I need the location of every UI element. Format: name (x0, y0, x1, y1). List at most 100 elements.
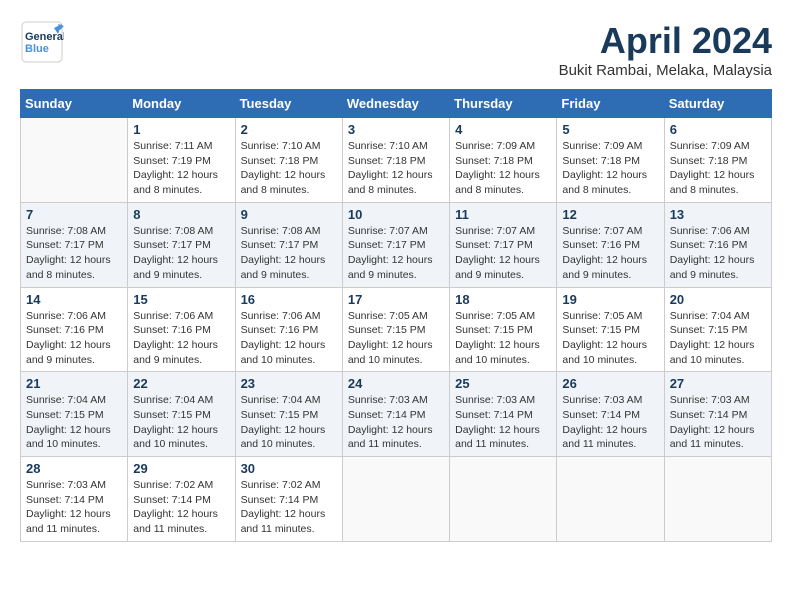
day-number: 15 (133, 292, 229, 307)
day-number: 12 (562, 207, 658, 222)
calendar-cell: 15 Sunrise: 7:06 AM Sunset: 7:16 PM Dayli… (128, 287, 235, 372)
day-number: 17 (348, 292, 444, 307)
day-number: 24 (348, 376, 444, 391)
calendar-cell: 7Sunrise: 7:08 AM Sunset: 7:17 PM Daylig… (21, 202, 128, 287)
day-info: Sunrise: 7:09 AM Sunset: 7:18 PM Dayligh… (670, 139, 766, 198)
day-info: Sunrise: 7:10 AM Sunset: 7:18 PM Dayligh… (241, 139, 337, 198)
page-header: General Blue April 2024 Bukit Rambai, Me… (20, 20, 772, 79)
calendar-week-row: 21 Sunrise: 7:04 AM Sunset: 7:15 PM Dayli… (21, 372, 772, 457)
day-info: Sunrise: 7:03 AM Sunset: 7:14 PM Dayligh… (455, 393, 551, 452)
day-info: Sunrise: 7:04 AM Sunset: 7:15 PM Dayligh… (670, 309, 766, 368)
calendar-cell: 21 Sunrise: 7:04 AM Sunset: 7:15 PM Dayli… (21, 372, 128, 457)
day-info: Sunrise: 7:04 AM Sunset: 7:15 PM Dayligh… (241, 393, 337, 452)
day-number: 21 (26, 376, 122, 391)
calendar-cell (21, 118, 128, 203)
day-of-week-header: Wednesday (342, 90, 449, 118)
calendar-cell: 10Sunrise: 7:07 AM Sunset: 7:17 PM Dayli… (342, 202, 449, 287)
day-number: 14 (26, 292, 122, 307)
calendar-cell (557, 457, 664, 542)
day-number: 23 (241, 376, 337, 391)
calendar-cell: 23 Sunrise: 7:04 AM Sunset: 7:15 PM Dayli… (235, 372, 342, 457)
day-number: 1 (133, 122, 229, 137)
day-info: Sunrise: 7:03 AM Sunset: 7:14 PM Dayligh… (670, 393, 766, 452)
calendar-cell: 2 Sunrise: 7:10 AM Sunset: 7:18 PM Daylig… (235, 118, 342, 203)
day-number: 16 (241, 292, 337, 307)
day-info: Sunrise: 7:06 AM Sunset: 7:16 PM Dayligh… (670, 224, 766, 283)
calendar-cell: 27 Sunrise: 7:03 AM Sunset: 7:14 PM Dayli… (664, 372, 771, 457)
day-info: Sunrise: 7:08 AM Sunset: 7:17 PM Dayligh… (133, 224, 229, 283)
day-of-week-header: Saturday (664, 90, 771, 118)
calendar-cell: 3 Sunrise: 7:10 AM Sunset: 7:18 PM Daylig… (342, 118, 449, 203)
day-of-week-header: Friday (557, 90, 664, 118)
calendar-cell: 14Sunrise: 7:06 AM Sunset: 7:16 PM Dayli… (21, 287, 128, 372)
day-info: Sunrise: 7:04 AM Sunset: 7:15 PM Dayligh… (26, 393, 122, 452)
day-info: Sunrise: 7:02 AM Sunset: 7:14 PM Dayligh… (241, 478, 337, 537)
day-number: 30 (241, 461, 337, 476)
calendar-cell: 24 Sunrise: 7:03 AM Sunset: 7:14 PM Dayli… (342, 372, 449, 457)
title-block: April 2024 Bukit Rambai, Melaka, Malaysi… (559, 20, 772, 79)
calendar-cell (664, 457, 771, 542)
day-number: 9 (241, 207, 337, 222)
day-of-week-header: Sunday (21, 90, 128, 118)
day-number: 20 (670, 292, 766, 307)
day-info: Sunrise: 7:07 AM Sunset: 7:17 PM Dayligh… (455, 224, 551, 283)
day-number: 13 (670, 207, 766, 222)
calendar-cell: 1 Sunrise: 7:11 AM Sunset: 7:19 PM Daylig… (128, 118, 235, 203)
calendar-cell (450, 457, 557, 542)
day-number: 10 (348, 207, 444, 222)
day-number: 4 (455, 122, 551, 137)
calendar-cell: 9 Sunrise: 7:08 AM Sunset: 7:17 PM Daylig… (235, 202, 342, 287)
day-number: 11 (455, 207, 551, 222)
day-number: 3 (348, 122, 444, 137)
calendar-cell: 11 Sunrise: 7:07 AM Sunset: 7:17 PM Dayli… (450, 202, 557, 287)
calendar-cell: 5 Sunrise: 7:09 AM Sunset: 7:18 PM Daylig… (557, 118, 664, 203)
calendar-cell: 19 Sunrise: 7:05 AM Sunset: 7:15 PM Dayli… (557, 287, 664, 372)
location: Bukit Rambai, Melaka, Malaysia (559, 62, 772, 79)
day-number: 22 (133, 376, 229, 391)
day-number: 29 (133, 461, 229, 476)
calendar-header-row: SundayMondayTuesdayWednesdayThursdayFrid… (21, 90, 772, 118)
day-info: Sunrise: 7:11 AM Sunset: 7:19 PM Dayligh… (133, 139, 229, 198)
calendar-week-row: 14 Sunrise: 7:06 AM Sunset: 7:16 PM Dayli… (21, 287, 772, 372)
calendar-cell: 18Sunrise: 7:05 AM Sunset: 7:15 PM Dayli… (450, 287, 557, 372)
day-number: 27 (670, 376, 766, 391)
day-info: Sunrise: 7:05 AM Sunset: 7:15 PM Dayligh… (455, 309, 551, 368)
calendar-cell: 20 Sunrise: 7:04 AM Sunset: 7:15 PM Dayli… (664, 287, 771, 372)
calendar-cell: 28Sunrise: 7:03 AM Sunset: 7:14 PM Dayli… (21, 457, 128, 542)
day-info: Sunrise: 7:06 AM Sunset: 7:16 PM Dayligh… (241, 309, 337, 368)
calendar-cell (342, 457, 449, 542)
day-info: Sunrise: 7:03 AM Sunset: 7:14 PM Dayligh… (562, 393, 658, 452)
svg-text:Blue: Blue (25, 43, 49, 55)
calendar-cell: 26 Sunrise: 7:03 AM Sunset: 7:14 PM Dayli… (557, 372, 664, 457)
calendar-cell: 12 Sunrise: 7:07 AM Sunset: 7:16 PM Dayli… (557, 202, 664, 287)
day-number: 25 (455, 376, 551, 391)
day-info: Sunrise: 7:03 AM Sunset: 7:14 PM Dayligh… (348, 393, 444, 452)
day-of-week-header: Monday (128, 90, 235, 118)
day-info: Sunrise: 7:08 AM Sunset: 7:17 PM Dayligh… (26, 224, 122, 283)
day-info: Sunrise: 7:04 AM Sunset: 7:15 PM Dayligh… (133, 393, 229, 452)
day-info: Sunrise: 7:09 AM Sunset: 7:18 PM Dayligh… (455, 139, 551, 198)
day-info: Sunrise: 7:09 AM Sunset: 7:18 PM Dayligh… (562, 139, 658, 198)
calendar-week-row: 1 Sunrise: 7:11 AM Sunset: 7:19 PM Daylig… (21, 118, 772, 203)
day-number: 5 (562, 122, 658, 137)
day-info: Sunrise: 7:06 AM Sunset: 7:16 PM Dayligh… (133, 309, 229, 368)
calendar-week-row: 28Sunrise: 7:03 AM Sunset: 7:14 PM Dayli… (21, 457, 772, 542)
day-number: 28 (26, 461, 122, 476)
calendar-cell: 16 Sunrise: 7:06 AM Sunset: 7:16 PM Dayli… (235, 287, 342, 372)
calendar-cell: 6 Sunrise: 7:09 AM Sunset: 7:18 PM Daylig… (664, 118, 771, 203)
calendar-cell: 22 Sunrise: 7:04 AM Sunset: 7:15 PM Dayli… (128, 372, 235, 457)
day-number: 8 (133, 207, 229, 222)
day-number: 2 (241, 122, 337, 137)
calendar-table: SundayMondayTuesdayWednesdayThursdayFrid… (20, 89, 772, 542)
day-info: Sunrise: 7:10 AM Sunset: 7:18 PM Dayligh… (348, 139, 444, 198)
calendar-week-row: 7Sunrise: 7:08 AM Sunset: 7:17 PM Daylig… (21, 202, 772, 287)
calendar-cell: 8 Sunrise: 7:08 AM Sunset: 7:17 PM Daylig… (128, 202, 235, 287)
calendar-cell: 25 Sunrise: 7:03 AM Sunset: 7:14 PM Dayli… (450, 372, 557, 457)
month-title: April 2024 (559, 20, 772, 62)
day-number: 19 (562, 292, 658, 307)
day-info: Sunrise: 7:05 AM Sunset: 7:15 PM Dayligh… (562, 309, 658, 368)
day-number: 26 (562, 376, 658, 391)
day-info: Sunrise: 7:08 AM Sunset: 7:17 PM Dayligh… (241, 224, 337, 283)
day-info: Sunrise: 7:07 AM Sunset: 7:16 PM Dayligh… (562, 224, 658, 283)
day-number: 6 (670, 122, 766, 137)
